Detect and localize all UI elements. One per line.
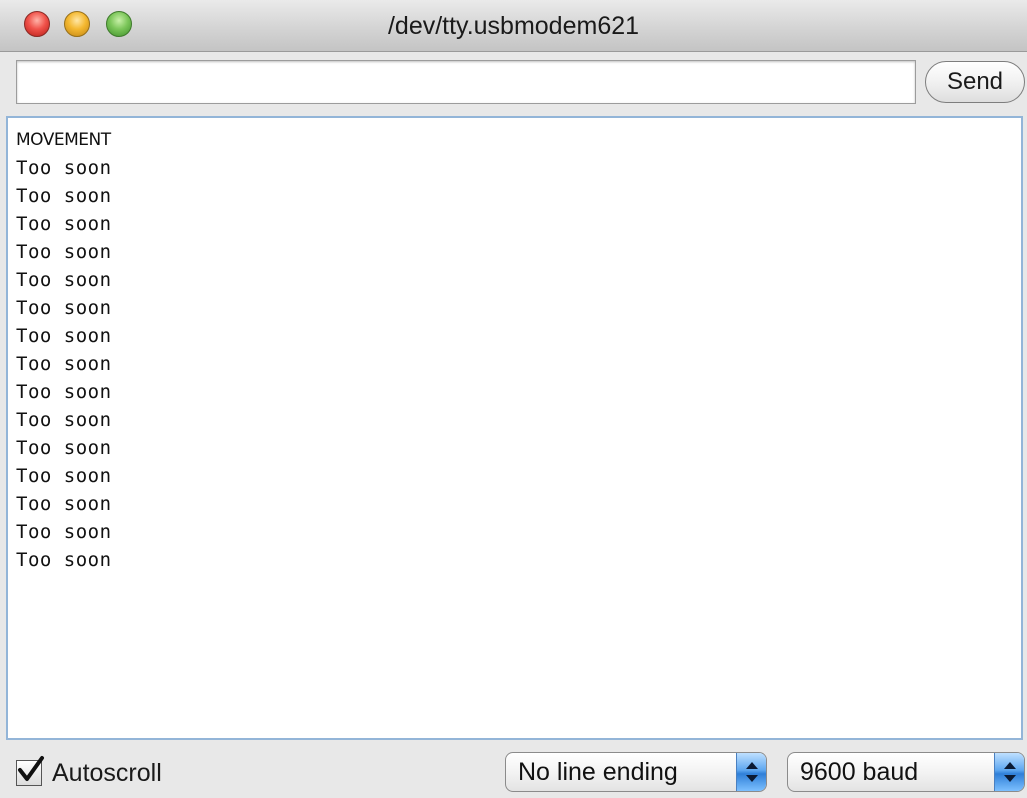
baud-rate-select[interactable]: 9600 baud — [787, 752, 1025, 792]
checkmark-icon — [18, 756, 44, 781]
output-line: Too soon — [16, 549, 112, 571]
output-line: Too soon — [16, 297, 112, 319]
output-line: Too soon — [16, 493, 112, 515]
output-line: Too soon — [16, 437, 112, 459]
line-ending-value: No line ending — [518, 758, 678, 786]
autoscroll-toggle[interactable]: Autoscroll — [16, 756, 162, 790]
line-ending-select[interactable]: No line ending — [505, 752, 767, 792]
output-line: Too soon — [16, 521, 112, 543]
serial-output[interactable]: MOVEMENT Too soon Too soon Too soon Too soon… — [6, 116, 1023, 740]
output-line: Too soon — [16, 241, 112, 263]
baud-rate-value: 9600 baud — [800, 758, 919, 786]
updown-arrows-icon — [736, 753, 766, 791]
output-line: Too soon — [16, 325, 112, 347]
output-line: Too soon — [16, 353, 112, 375]
output-line: MOVEMENT — [16, 130, 111, 150]
output-line: Too soon — [16, 381, 112, 403]
title-bar[interactable]: /dev/tty.usbmodem621 — [0, 0, 1027, 52]
autoscroll-label: Autoscroll — [52, 758, 162, 787]
output-line: Too soon — [16, 465, 112, 487]
output-line: Too soon — [16, 409, 112, 431]
window-title: /dev/tty.usbmodem621 — [387, 12, 640, 40]
serial-monitor-window: /dev/tty.usbmodem621 Send MOVEMENT Too so… — [0, 0, 1027, 798]
output-line: Too soon — [16, 269, 112, 291]
output-line: Too soon — [16, 213, 112, 235]
updown-arrows-icon — [994, 753, 1024, 791]
output-line: Too soon — [16, 185, 112, 207]
send-button[interactable]: Send — [925, 61, 1025, 103]
autoscroll-checkbox[interactable] — [16, 756, 44, 786]
serial-input[interactable] — [16, 60, 916, 104]
output-line: Too soon — [16, 157, 112, 179]
